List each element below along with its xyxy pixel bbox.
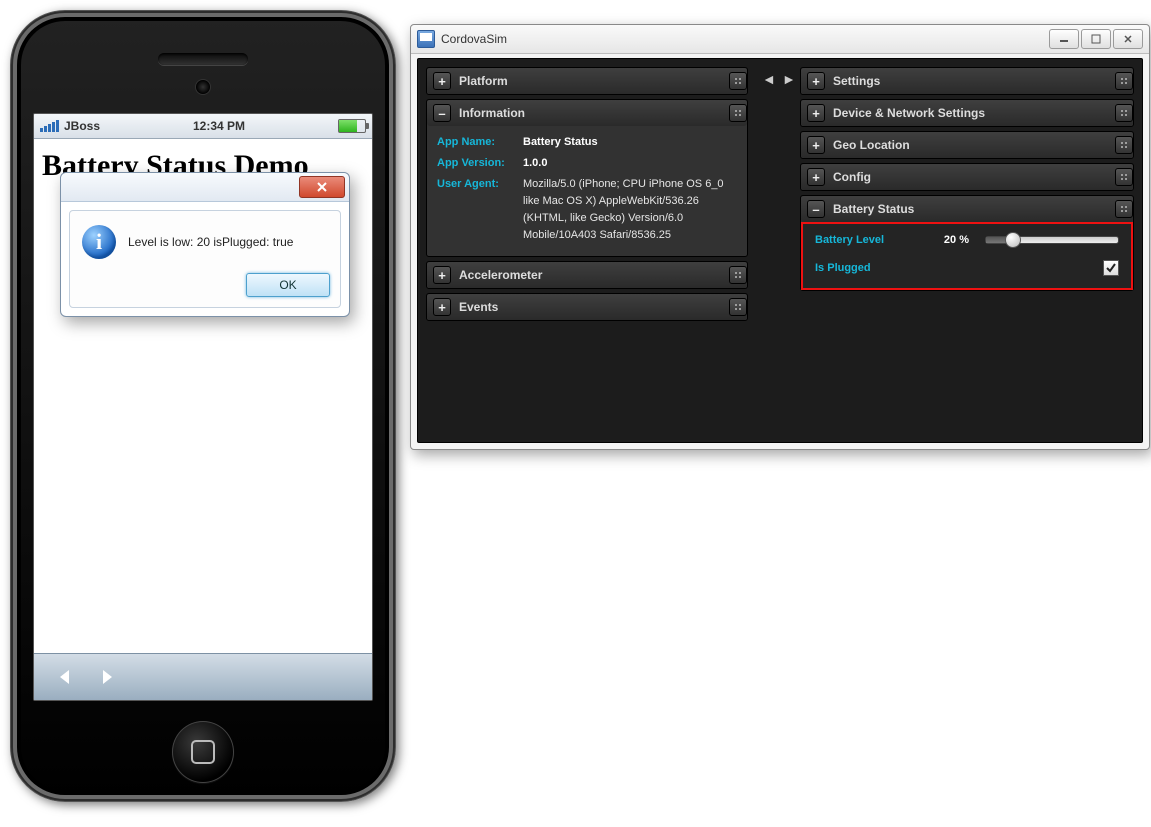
ok-button[interactable]: OK bbox=[246, 273, 330, 297]
check-icon bbox=[1105, 262, 1117, 274]
panel-header-geo[interactable]: + Geo Location bbox=[801, 132, 1133, 158]
panel-title: Config bbox=[833, 170, 871, 184]
collapse-icon: – bbox=[433, 104, 451, 122]
panel-title: Accelerometer bbox=[459, 268, 542, 282]
battery-level-slider[interactable] bbox=[985, 236, 1119, 244]
panel-device-network: + Device & Network Settings bbox=[800, 99, 1134, 127]
alert-message: Level is low: 20 isPlugged: true bbox=[128, 235, 293, 249]
expand-icon: + bbox=[433, 72, 451, 90]
forward-icon bbox=[98, 668, 116, 686]
back-button[interactable] bbox=[56, 668, 74, 686]
slider-thumb[interactable] bbox=[1005, 232, 1021, 248]
panel-title: Events bbox=[459, 300, 498, 314]
phone-speaker bbox=[158, 53, 248, 65]
panel-header-settings[interactable]: + Settings bbox=[801, 68, 1133, 94]
app-version-value: 1.0.0 bbox=[523, 155, 547, 172]
panel-title: Settings bbox=[833, 74, 880, 88]
battery-level-label: Battery Level bbox=[815, 234, 884, 246]
user-agent-value: Mozilla/5.0 (iPhone; CPU iPhone OS 6_0 l… bbox=[523, 176, 737, 244]
cordovasim-window: CordovaSim + Platform bbox=[410, 24, 1150, 450]
expand-icon: + bbox=[807, 168, 825, 186]
expand-icon: + bbox=[433, 266, 451, 284]
battery-level-row: Battery Level 20 % bbox=[815, 234, 1119, 246]
panel-platform: + Platform bbox=[426, 67, 748, 95]
is-plugged-label: Is Plugged bbox=[815, 262, 871, 274]
close-window-button[interactable] bbox=[1113, 29, 1143, 49]
app-icon bbox=[417, 30, 435, 48]
info-icon: i bbox=[82, 225, 116, 259]
battery-controls-highlight: Battery Level 20 % Is Plugged bbox=[801, 222, 1133, 290]
move-right-button[interactable]: ► bbox=[776, 71, 792, 87]
expand-icon: + bbox=[807, 104, 825, 122]
panel-geo: + Geo Location bbox=[800, 131, 1134, 159]
minimize-button[interactable] bbox=[1049, 29, 1079, 49]
panel-header-accelerometer[interactable]: + Accelerometer bbox=[427, 262, 747, 288]
phone-camera bbox=[195, 79, 211, 95]
user-agent-label: User Agent: bbox=[437, 176, 515, 244]
minimize-icon bbox=[1059, 35, 1069, 43]
back-icon bbox=[56, 668, 74, 686]
signal-icon bbox=[40, 120, 59, 132]
app-name-label: App Name: bbox=[437, 134, 515, 151]
panel-battery-status: – Battery Status Battery Level 20 % bbox=[800, 195, 1134, 291]
drag-icon[interactable] bbox=[1115, 168, 1133, 186]
panel-information: – Information App Name: Battery Status Ap… bbox=[426, 99, 748, 257]
expand-icon: + bbox=[433, 298, 451, 316]
window-titlebar[interactable]: CordovaSim bbox=[411, 25, 1149, 54]
panel-header-events[interactable]: + Events bbox=[427, 294, 747, 320]
panel-title: Platform bbox=[459, 74, 508, 88]
phone-screen: JBoss 12:34 PM Battery Status Demo i bbox=[33, 113, 373, 701]
drag-icon[interactable] bbox=[1115, 200, 1133, 218]
status-bar: JBoss 12:34 PM bbox=[34, 114, 372, 139]
collapse-icon: – bbox=[807, 200, 825, 218]
panel-header-device-network[interactable]: + Device & Network Settings bbox=[801, 100, 1133, 126]
move-left-button[interactable]: ◄ bbox=[756, 71, 772, 87]
close-icon bbox=[1123, 34, 1133, 44]
drag-icon[interactable] bbox=[1115, 104, 1133, 122]
home-button[interactable] bbox=[172, 721, 234, 783]
battery-level-value: 20 % bbox=[944, 234, 969, 246]
forward-button[interactable] bbox=[98, 668, 116, 686]
close-icon bbox=[315, 181, 329, 193]
drag-icon[interactable] bbox=[729, 72, 747, 90]
drag-icon[interactable] bbox=[729, 104, 747, 122]
maximize-icon bbox=[1091, 34, 1101, 44]
window-body: + Platform – Information App Name: Batter… bbox=[417, 58, 1143, 443]
column-swap: ◄ ► bbox=[752, 67, 796, 434]
bottom-nav bbox=[34, 653, 372, 700]
expand-icon: + bbox=[807, 136, 825, 154]
panel-header-battery-status[interactable]: – Battery Status bbox=[801, 196, 1133, 222]
app-name-value: Battery Status bbox=[523, 134, 598, 151]
drag-icon[interactable] bbox=[729, 298, 747, 316]
close-button[interactable] bbox=[299, 176, 345, 198]
panel-header-config[interactable]: + Config bbox=[801, 164, 1133, 190]
panel-config: + Config bbox=[800, 163, 1134, 191]
left-column: + Platform – Information App Name: Batter… bbox=[426, 67, 748, 434]
iphone-device: JBoss 12:34 PM Battery Status Demo i bbox=[10, 10, 396, 802]
is-plugged-checkbox[interactable] bbox=[1103, 260, 1119, 276]
panel-settings: + Settings bbox=[800, 67, 1134, 95]
drag-icon[interactable] bbox=[729, 266, 747, 284]
clock-label: 12:34 PM bbox=[100, 119, 338, 133]
panel-header-platform[interactable]: + Platform bbox=[427, 68, 747, 94]
panel-accelerometer: + Accelerometer bbox=[426, 261, 748, 289]
battery-icon bbox=[338, 119, 366, 133]
panel-events: + Events bbox=[426, 293, 748, 321]
expand-icon: + bbox=[807, 72, 825, 90]
panel-title: Geo Location bbox=[833, 138, 910, 152]
carrier-label: JBoss bbox=[64, 119, 100, 133]
panel-title: Device & Network Settings bbox=[833, 106, 985, 120]
panel-title: Information bbox=[459, 106, 525, 120]
alert-dialog: i Level is low: 20 isPlugged: true OK bbox=[60, 172, 350, 317]
maximize-button[interactable] bbox=[1081, 29, 1111, 49]
drag-icon[interactable] bbox=[1115, 136, 1133, 154]
window-title: CordovaSim bbox=[441, 32, 507, 46]
alert-titlebar[interactable] bbox=[61, 173, 349, 202]
app-version-label: App Version: bbox=[437, 155, 515, 172]
is-plugged-row: Is Plugged bbox=[815, 260, 1119, 276]
drag-icon[interactable] bbox=[1115, 72, 1133, 90]
right-column: + Settings + Device & Network Settings + bbox=[800, 67, 1134, 434]
panel-header-information[interactable]: – Information bbox=[427, 100, 747, 126]
panel-title: Battery Status bbox=[833, 202, 914, 216]
